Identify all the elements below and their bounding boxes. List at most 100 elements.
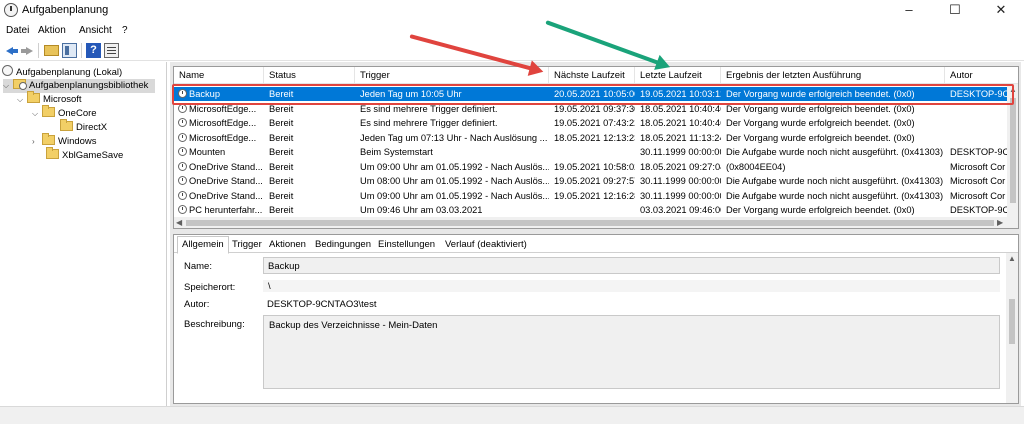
cell-text: OneDrive Stand... [189, 161, 263, 172]
cell-text: 19.05.2021 09:27:57 [554, 176, 635, 186]
help-icon[interactable]: ? [86, 43, 101, 58]
menu-datei[interactable]: Datei [6, 25, 29, 36]
tree-item-root[interactable]: Aufgabenplanung (Lokal) [2, 65, 122, 79]
tab-einstellungen[interactable]: Einstellungen [374, 237, 439, 253]
cell-text: Bereit [269, 132, 294, 143]
table-row[interactable]: MicrosoftEdge... Bereit Jeden Tag um 07:13… [174, 131, 1008, 145]
cell-last: 18.05.2021 09:27:04 [640, 160, 721, 174]
tree-item-directx[interactable]: DirectX [60, 119, 107, 135]
scroll-right-icon[interactable]: ▶ [997, 217, 1003, 228]
scroll-up-icon[interactable]: ▲ [1008, 253, 1016, 265]
toolbar-separator [38, 43, 39, 58]
task-clock-icon [178, 161, 187, 171]
scroll-thumb[interactable] [186, 220, 994, 226]
cell-text: OneDrive Stand... [189, 176, 263, 186]
toolbar-separator [81, 43, 82, 58]
tab-aktionen[interactable]: Aktionen [265, 237, 310, 253]
table-row[interactable]: Mounten Bereit Beim Systemstart 30.11.1999 … [174, 145, 1008, 159]
cell-author: Microsoft Cor [950, 189, 1008, 203]
chevron-right-icon[interactable]: › [32, 135, 42, 149]
close-button[interactable]: ✕ [978, 0, 1024, 22]
cell-text: Die Aufgabe wurde noch nicht ausgeführt.… [726, 147, 944, 157]
cell-text: 18.05.2021 10:40:46 [640, 118, 721, 128]
cell-text: (0x8004EE04) [726, 161, 786, 172]
task-list-horizontal-scrollbar[interactable]: ◀ ▶ [174, 217, 1007, 228]
menu-help[interactable]: ? [122, 25, 128, 36]
tree-item-windows[interactable]: › Windows [32, 133, 97, 149]
forward-arrow-icon[interactable] [20, 43, 35, 58]
menu-aktion[interactable]: Aktion [38, 25, 66, 36]
task-list-vertical-scrollbar[interactable]: ▲ [1007, 84, 1018, 228]
details-vertical-scrollbar[interactable]: ▲ [1006, 253, 1018, 403]
maximize-button[interactable]: ☐ [932, 0, 978, 22]
cell-text: Um 08:00 Uhr am 01.05.1992 - Nach Auslös… [360, 176, 549, 186]
tree-item-xblgamesave[interactable]: XblGameSave [46, 147, 123, 163]
back-arrow-icon[interactable] [4, 43, 19, 58]
tab-bedingungen[interactable]: Bedingungen [311, 237, 375, 253]
tree-item-microsoft[interactable]: ⌵ Microsoft [17, 91, 82, 107]
scroll-left-icon[interactable]: ◀ [176, 217, 182, 228]
menu-ansicht[interactable]: Ansicht [79, 25, 112, 36]
table-row[interactable]: OneDrive Stand... Bereit Um 09:00 Uhr am 0… [174, 160, 1008, 174]
column-header-next-run[interactable]: Nächste Laufzeit [549, 67, 635, 84]
column-header-status[interactable]: Status [264, 67, 355, 84]
cell-next: 19.05.2021 09:27:57 [554, 174, 635, 188]
properties-icon[interactable] [104, 43, 119, 58]
library-folder-icon [13, 79, 27, 90]
location-value: \ [268, 281, 271, 292]
description-value: Backup des Verzeichnisse - Mein-Daten [269, 320, 438, 331]
menu-bar: Datei Aktion Ansicht ? [0, 22, 1024, 40]
cell-text: Die Aufgabe wurde noch nicht ausgeführt.… [726, 190, 944, 201]
cell-result: Der Vorgang wurde erfolgreich beendet. (… [726, 131, 945, 145]
column-header-last-run[interactable]: Letzte Laufzeit [635, 67, 721, 84]
table-row[interactable]: MicrosoftEdge... Bereit Es sind mehrere Tr… [174, 116, 1008, 130]
cell-text: Es sind mehrere Trigger definiert. [360, 118, 498, 128]
column-header-last-result[interactable]: Ergebnis der letzten Ausführung [721, 67, 945, 84]
column-header-trigger[interactable]: Trigger [355, 67, 549, 84]
chevron-down-icon[interactable]: ⌵ [3, 79, 13, 93]
cell-name: OneDrive Stand... [178, 189, 264, 203]
tree-microsoft-label: Microsoft [43, 94, 82, 105]
cell-author: Microsoft Cor [950, 160, 1008, 174]
clock-icon [4, 3, 18, 17]
show-hide-panel-icon[interactable] [62, 43, 77, 58]
cell-next: 19.05.2021 07:43:22 [554, 116, 635, 130]
chevron-down-icon[interactable]: ⌵ [32, 107, 42, 121]
mouse-cursor-icon [107, 137, 115, 149]
cell-text: 18.05.2021 09:27:04 [640, 161, 721, 172]
description-field[interactable]: Backup des Verzeichnisse - Mein-Daten [263, 315, 1000, 389]
cell-name: OneDrive Stand... [178, 160, 264, 174]
tree-item-library[interactable]: ⌵ Aufgabenplanungsbibliothek [3, 79, 155, 93]
navigation-tree: Aufgabenplanung (Lokal) ⌵ Aufgabenplanung… [0, 62, 167, 406]
name-field[interactable]: Backup [263, 257, 1000, 274]
cell-text: 30.11.1999 00:00:00 [640, 176, 721, 186]
scroll-thumb[interactable] [1009, 299, 1015, 344]
scroll-thumb[interactable] [1010, 98, 1016, 203]
folder-icon [60, 119, 73, 131]
folder-up-icon[interactable] [44, 45, 59, 56]
minimize-button[interactable]: – [886, 0, 932, 22]
cell-text: 18.05.2021 11:13:24 [640, 132, 721, 143]
table-row[interactable]: OneDrive Stand... Bereit Um 09:00 Uhr am 0… [174, 189, 1008, 203]
task-clock-icon [178, 176, 187, 185]
chevron-down-icon[interactable]: ⌵ [17, 93, 27, 107]
cell-text: Jeden Tag um 07:13 Uhr - Nach Auslösung … [360, 132, 548, 143]
cell-trigger: Um 09:46 Uhr am 03.03.2021 [360, 203, 549, 217]
cell-result: Die Aufgabe wurde noch nicht ausgeführt.… [726, 189, 945, 203]
cell-text: PC herunterfahr... [189, 205, 263, 215]
cell-text: MicrosoftEdge... [189, 118, 257, 128]
cell-status: Bereit [269, 160, 355, 174]
cell-text: Bereit [269, 161, 294, 172]
column-header-name[interactable]: Name [174, 67, 264, 84]
cell-last: 30.11.1999 00:00:00 [640, 189, 721, 203]
cell-next: 19.05.2021 10:58:02 [554, 160, 635, 174]
table-row[interactable]: OneDrive Stand... Bereit Um 08:00 Uhr am 0… [174, 174, 1008, 188]
table-row[interactable]: PC herunterfahr... Bereit Um 09:46 Uhr am … [174, 203, 1008, 217]
column-header-author[interactable]: Autor [945, 67, 1018, 84]
tree-windows-label: Windows [58, 136, 97, 147]
tab-allgemein[interactable]: Allgemein [177, 236, 229, 254]
cell-text: 30.11.1999 00:00:00 [640, 190, 721, 201]
tab-verlauf[interactable]: Verlauf (deaktiviert) [441, 237, 531, 253]
tab-trigger[interactable]: Trigger [228, 237, 266, 253]
cell-status: Bereit [269, 131, 355, 145]
